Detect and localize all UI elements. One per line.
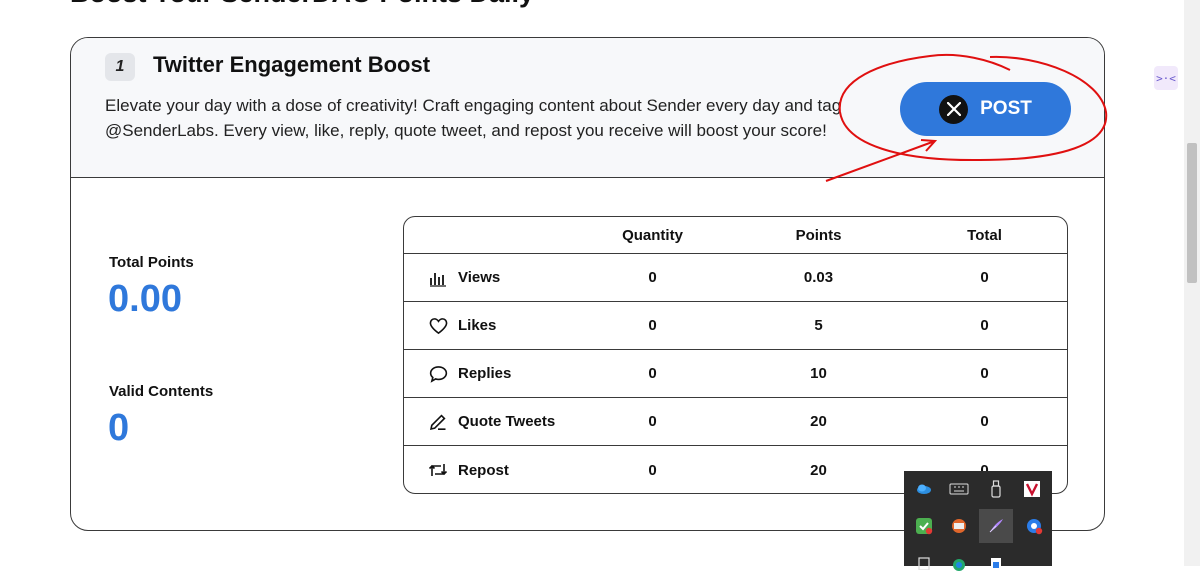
table-header-row: Quantity Points Total xyxy=(404,217,1067,254)
valid-contents-label: Valid Contents xyxy=(109,383,214,400)
step-badge: 1 xyxy=(105,53,135,81)
row-points: 10 xyxy=(810,365,827,382)
paint-app-icon[interactable] xyxy=(945,512,973,540)
row-quantity: 0 xyxy=(648,317,657,334)
comment-icon xyxy=(428,364,448,384)
row-quantity: 0 xyxy=(648,413,657,430)
table-row: Quote Tweets 0 20 0 xyxy=(404,398,1067,446)
task-card-header: 1 Twitter Engagement Boost Elevate your … xyxy=(71,38,1104,178)
browser-badge-icon[interactable] xyxy=(1020,512,1048,540)
repost-icon xyxy=(428,460,448,480)
task-title: Twitter Engagement Boost xyxy=(153,52,431,77)
column-header-total: Total xyxy=(967,226,1002,244)
antivirus-v-icon[interactable] xyxy=(1018,475,1046,503)
feather-app-icon[interactable] xyxy=(979,509,1013,543)
row-label: Views xyxy=(458,269,501,286)
column-header-points: Points xyxy=(795,226,842,244)
row-label: Quote Tweets xyxy=(458,413,556,430)
row-total: 0 xyxy=(980,413,989,430)
keyboard-language-icon[interactable] xyxy=(945,475,973,503)
row-quantity: 0 xyxy=(648,269,657,286)
clipboard-icon[interactable] xyxy=(910,549,938,577)
edge-browser-icon[interactable] xyxy=(945,549,973,577)
total-points-label: Total Points xyxy=(109,254,194,271)
row-quantity: 0 xyxy=(648,461,657,479)
extension-icon[interactable]: >·< xyxy=(1154,66,1178,90)
task-description: Elevate your day with a dose of creativi… xyxy=(105,96,842,140)
usb-drive-icon[interactable] xyxy=(982,475,1010,503)
green-check-icon[interactable] xyxy=(910,512,938,540)
row-quantity: 0 xyxy=(648,365,657,382)
valid-contents-value: 0 xyxy=(108,407,130,449)
table-row: Likes 0 5 0 xyxy=(404,302,1067,350)
post-button[interactable]: POST xyxy=(900,82,1071,136)
x-logo-icon xyxy=(939,94,969,124)
scrollbar-thumb[interactable] xyxy=(1187,143,1197,283)
column-header-quantity: Quantity xyxy=(622,226,683,244)
task-card: 1 Twitter Engagement Boost Elevate your … xyxy=(70,37,1105,531)
row-points: 20 xyxy=(810,413,827,430)
table-row: Views 0 0.03 0 xyxy=(404,254,1067,302)
cloud-sync-icon[interactable] xyxy=(910,475,938,503)
row-total: 0 xyxy=(980,317,989,334)
heart-icon xyxy=(428,316,448,336)
row-points: 0.03 xyxy=(803,269,834,286)
row-total: 0 xyxy=(980,365,989,382)
document-icon[interactable] xyxy=(982,549,1010,577)
row-points: 20 xyxy=(810,461,827,479)
table-row: Replies 0 10 0 xyxy=(404,350,1067,398)
post-button-label: POST xyxy=(980,98,1032,119)
row-label: Replies xyxy=(458,365,512,382)
scrollbar[interactable] xyxy=(1184,0,1200,566)
system-tray-overflow xyxy=(904,471,1052,571)
total-points-value: 0.00 xyxy=(108,278,182,320)
row-total: 0 xyxy=(980,269,989,286)
points-table: Quantity Points Total Views 0 0.03 0 Lik… xyxy=(403,216,1068,494)
row-label: Repost xyxy=(458,461,509,479)
page-heading: Boost Your SenderDAO Points Daily xyxy=(70,0,534,9)
pencil-icon xyxy=(428,412,448,432)
bar-chart-icon xyxy=(428,268,448,288)
row-points: 5 xyxy=(814,317,823,334)
row-label: Likes xyxy=(458,317,497,334)
